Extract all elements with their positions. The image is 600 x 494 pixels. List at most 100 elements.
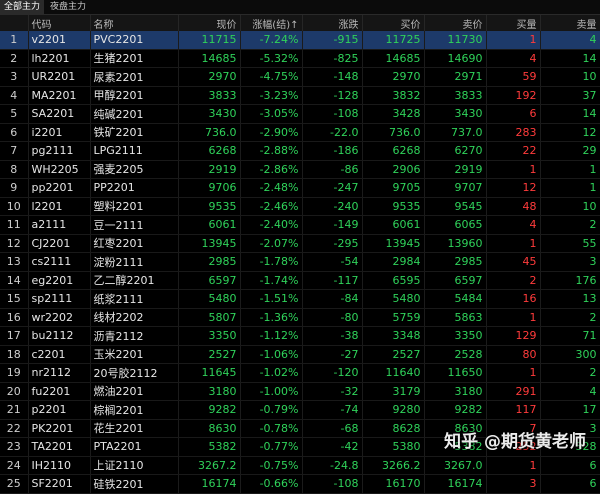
cell-bid-volume: 117 bbox=[486, 400, 541, 420]
cell-change: -42 bbox=[302, 437, 363, 457]
cell-ask-price: 11650 bbox=[424, 363, 487, 383]
table-row[interactable]: 15 sp2111 纸浆2111 5480 -1.51% -84 5480 5484 16 13 bbox=[0, 289, 600, 309]
col-header-ask-volume[interactable]: 卖量 bbox=[540, 15, 600, 31]
tab-all-main[interactable]: 全部主力 bbox=[0, 0, 45, 14]
cell-bid-volume: 2 bbox=[486, 271, 541, 290]
cell-contract-name: 燃油2201 bbox=[90, 382, 179, 401]
table-row[interactable]: 20 fu2201 燃油2201 3180 -1.00% -32 3179 3180 291 4 bbox=[0, 382, 600, 401]
col-header-change-pct[interactable]: 涨幅(结)↑ bbox=[240, 15, 303, 31]
cell-change: -80 bbox=[302, 308, 363, 327]
table-row[interactable]: 1 v2201 PVC2201 11715 -7.24% -915 11725 11730 1 4 bbox=[0, 31, 600, 50]
cell-contract-name: 纸浆2111 bbox=[90, 289, 179, 309]
cell-bid-price: 2984 bbox=[362, 252, 425, 272]
cell-row-index: 7 bbox=[0, 141, 29, 161]
cell-bid-price: 5759 bbox=[362, 308, 425, 327]
cell-row-index: 23 bbox=[0, 437, 29, 457]
col-header-price[interactable]: 现价 bbox=[178, 15, 241, 31]
cell-bid-volume: 4 bbox=[486, 215, 541, 235]
cell-contract-name: 花生2201 bbox=[90, 419, 179, 438]
cell-ask-volume: 10 bbox=[540, 67, 600, 87]
col-header-ask[interactable]: 卖价 bbox=[424, 15, 487, 31]
cell-contract-name: LPG2111 bbox=[90, 141, 179, 161]
cell-row-index: 25 bbox=[0, 474, 29, 494]
table-row[interactable]: 16 wr2202 线材2202 5807 -1.36% -80 5759 5863 1 2 bbox=[0, 308, 600, 327]
cell-change: -68 bbox=[302, 419, 363, 438]
cell-change-pct: -1.78% bbox=[240, 252, 303, 272]
cell-contract-code: CJ2201 bbox=[28, 234, 91, 253]
table-row[interactable]: 9 pp2201 PP2201 9706 -2.48% -247 9705 9707 12 1 bbox=[0, 178, 600, 198]
cell-contract-name: 甲醇2201 bbox=[90, 86, 179, 105]
cell-change: -295 bbox=[302, 234, 363, 253]
cell-row-index: 1 bbox=[0, 31, 29, 50]
cell-change: -84 bbox=[302, 289, 363, 309]
cell-ask-price: 5484 bbox=[424, 289, 487, 309]
cell-bid-price: 16170 bbox=[362, 474, 425, 494]
cell-price: 2970 bbox=[178, 67, 241, 87]
col-header-bid[interactable]: 买价 bbox=[362, 15, 425, 31]
table-row[interactable]: 8 WH2205 强麦2205 2919 -2.86% -86 2906 2919 1 1 bbox=[0, 160, 600, 179]
cell-ask-volume: 300 bbox=[540, 345, 600, 364]
quote-table: 代码 名称 现价 涨幅(结)↑ 涨跌 买价 卖价 买量 卖量 1 v2201 PVC… bbox=[0, 15, 600, 494]
col-header-bid-volume[interactable]: 买量 bbox=[486, 15, 541, 31]
table-row[interactable]: 21 p2201 棕榈2201 9282 -0.79% -74 9280 9282 117 17 bbox=[0, 400, 600, 420]
table-row[interactable]: 19 nr2112 20号胶2112 11645 -1.02% -120 11640 1165… bbox=[0, 363, 600, 383]
cell-row-index: 8 bbox=[0, 160, 29, 179]
cell-ask-price: 6270 bbox=[424, 141, 487, 161]
col-header-code[interactable]: 代码 bbox=[28, 15, 91, 31]
cell-contract-code: cs2111 bbox=[28, 252, 91, 272]
cell-change: -38 bbox=[302, 326, 363, 346]
table-row[interactable]: 2 lh2201 生猪2201 14685 -5.32% -825 14685 14690 4 1… bbox=[0, 49, 600, 68]
table-row[interactable]: 17 bu2112 沥青2112 3350 -1.12% -38 3348 3350 129 71 bbox=[0, 326, 600, 346]
cell-contract-code: IH2110 bbox=[28, 456, 91, 475]
cell-ask-price: 737.0 bbox=[424, 123, 487, 142]
cell-bid-price: 3348 bbox=[362, 326, 425, 346]
col-header-change[interactable]: 涨跌 bbox=[302, 15, 363, 31]
cell-bid-price: 5380 bbox=[362, 437, 425, 457]
cell-bid-volume: 1 bbox=[486, 160, 541, 179]
table-row[interactable]: 11 a2111 豆一2111 6061 -2.40% -149 6061 6065 4 2 bbox=[0, 215, 600, 235]
cell-ask-volume: 2 bbox=[540, 215, 600, 235]
table-row[interactable]: 7 pg2111 LPG2111 6268 -2.88% -186 6268 6270 22 29 bbox=[0, 141, 600, 161]
table-row[interactable]: 18 c2201 玉米2201 2527 -1.06% -27 2527 2528 80 300 bbox=[0, 345, 600, 364]
cell-ask-price: 2985 bbox=[424, 252, 487, 272]
cell-bid-price: 9705 bbox=[362, 178, 425, 198]
cell-change-pct: -1.02% bbox=[240, 363, 303, 383]
cell-price: 11645 bbox=[178, 363, 241, 383]
cell-contract-code: sp2111 bbox=[28, 289, 91, 309]
cell-change: -22.0 bbox=[302, 123, 363, 142]
table-row[interactable]: 13 cs2111 淀粉2111 2985 -1.78% -54 2984 2985 45 3 bbox=[0, 252, 600, 272]
table-row[interactable]: 3 UR2201 尿素2201 2970 -4.75% -148 2970 2971 59 10 bbox=[0, 67, 600, 87]
table-row[interactable]: 10 l2201 塑料2201 9535 -2.46% -240 9535 9545 48 10 bbox=[0, 197, 600, 216]
cell-contract-name: 生猪2201 bbox=[90, 49, 179, 68]
table-row[interactable]: 6 i2201 铁矿2201 736.0 -2.90% -22.0 736.0 737.0 28… bbox=[0, 123, 600, 142]
cell-ask-volume: 1 bbox=[540, 160, 600, 179]
cell-contract-code: PK2201 bbox=[28, 419, 91, 438]
cell-price: 3267.2 bbox=[178, 456, 241, 475]
table-row[interactable]: 24 IH2110 上证2110 3267.2 -0.75% -24.8 3266.2 326… bbox=[0, 456, 600, 475]
cell-change: -32 bbox=[302, 382, 363, 401]
cell-price: 13945 bbox=[178, 234, 241, 253]
cell-contract-code: a2111 bbox=[28, 215, 91, 235]
cell-bid-volume: 192 bbox=[486, 86, 541, 105]
cell-row-index: 6 bbox=[0, 123, 29, 142]
cell-bid-volume: 129 bbox=[486, 326, 541, 346]
table-row[interactable]: 14 eg2201 乙二醇2201 6597 -1.74% -117 6595 6597 2 17… bbox=[0, 271, 600, 290]
cell-contract-code: pg2111 bbox=[28, 141, 91, 161]
table-row[interactable]: 5 SA2201 纯碱2201 3430 -3.05% -108 3428 3430 6 14 bbox=[0, 104, 600, 124]
col-header-name[interactable]: 名称 bbox=[90, 15, 179, 31]
cell-bid-volume: 16 bbox=[486, 289, 541, 309]
cell-change-pct: -1.00% bbox=[240, 382, 303, 401]
cell-contract-name: 豆一2111 bbox=[90, 215, 179, 235]
cell-contract-name: 上证2110 bbox=[90, 456, 179, 475]
cell-bid-price: 2970 bbox=[362, 67, 425, 87]
table-row[interactable]: 12 CJ2201 红枣2201 13945 -2.07% -295 13945 13960 1… bbox=[0, 234, 600, 253]
cell-bid-volume: 3 bbox=[486, 474, 541, 494]
table-row[interactable]: 25 SF2201 硅铁2201 16174 -0.66% -108 16170 16174 3… bbox=[0, 474, 600, 494]
table-row[interactable]: 4 MA2201 甲醇2201 3833 -3.23% -128 3832 3833 192 37 bbox=[0, 86, 600, 105]
cell-row-index: 20 bbox=[0, 382, 29, 401]
tab-night-main[interactable]: 夜盘主力 bbox=[46, 0, 90, 14]
cell-contract-code: lh2201 bbox=[28, 49, 91, 68]
cell-contract-code: UR2201 bbox=[28, 67, 91, 87]
cell-price: 8630 bbox=[178, 419, 241, 438]
cell-bid-volume: 12 bbox=[486, 178, 541, 198]
